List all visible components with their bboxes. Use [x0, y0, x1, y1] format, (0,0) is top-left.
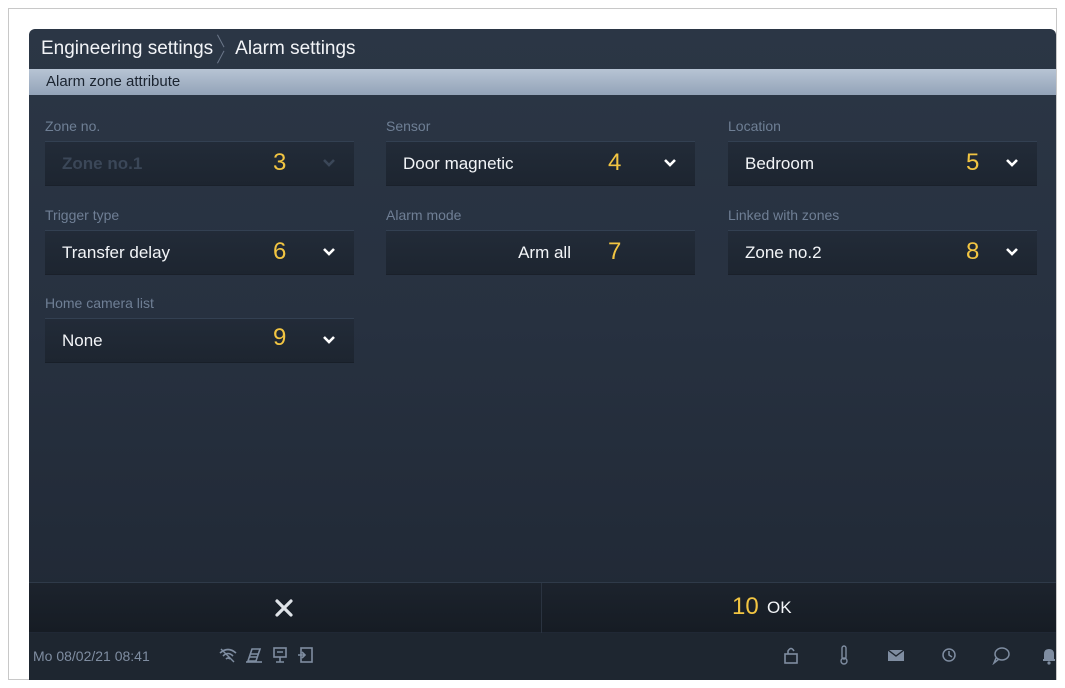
- screen-icon: [273, 647, 287, 663]
- callout-marker: 5: [966, 149, 980, 176]
- wifi-icon: [219, 648, 237, 663]
- callout-marker: 7: [608, 238, 622, 265]
- status-icons-right: [756, 645, 1056, 669]
- history-icon[interactable]: [939, 645, 959, 665]
- message-icon[interactable]: [991, 645, 1011, 665]
- door-exit-icon: [298, 647, 313, 663]
- lock-icon[interactable]: [781, 645, 801, 665]
- thermometer-icon[interactable]: [834, 645, 854, 665]
- location-select[interactable]: Bedroom 5: [728, 141, 1037, 185]
- sensor-label: Sensor: [386, 118, 431, 134]
- close-icon: [275, 599, 293, 617]
- linked-zones-value: Zone no.2: [745, 243, 822, 262]
- zone-no-value: Zone no.1: [62, 154, 143, 173]
- callout-marker: 4: [608, 149, 622, 176]
- status-bar: Mo 08/02/21 08:41: [29, 633, 1056, 680]
- trigger-type-value: Transfer delay: [62, 243, 171, 262]
- zone-no-select: Zone no.1 3: [45, 141, 354, 185]
- trigger-type-select[interactable]: Transfer delay 6: [45, 230, 354, 274]
- breadcrumb: Engineering settings Alarm settings: [29, 29, 1056, 69]
- home-camera-label: Home camera list: [45, 295, 154, 311]
- bell-icon[interactable]: [1039, 645, 1056, 665]
- chevron-down-icon: [1006, 159, 1018, 167]
- alarm-mode-button[interactable]: Arm all 7: [386, 230, 695, 274]
- sensor-value: Door magnetic: [403, 154, 514, 173]
- section-header: Alarm zone attribute: [29, 69, 1056, 95]
- home-camera-select[interactable]: None 9: [45, 318, 354, 362]
- callout-marker: 9: [273, 324, 287, 351]
- location-value: Bedroom: [745, 154, 814, 173]
- ringtone-mute-icon: [246, 648, 262, 663]
- breadcrumb-current: Alarm settings: [235, 38, 356, 59]
- cancel-button[interactable]: [29, 583, 541, 633]
- breadcrumb-root[interactable]: Engineering settings: [41, 38, 213, 60]
- chevron-down-icon: [664, 159, 676, 167]
- panel-screen: Engineering settings Alarm settings Alar…: [29, 29, 1056, 680]
- action-bar: 10 OK: [29, 582, 1056, 633]
- alarm-mode-label: Alarm mode: [386, 207, 462, 223]
- ok-button[interactable]: 10 OK: [542, 583, 1056, 633]
- ok-label: OK: [767, 598, 792, 617]
- chevron-down-icon: [323, 159, 335, 167]
- alarm-mode-value: Arm all: [518, 243, 571, 262]
- location-label: Location: [728, 118, 781, 134]
- trigger-type-label: Trigger type: [45, 207, 120, 223]
- callout-marker: 3: [273, 149, 287, 176]
- date-time: Mo 08/02/21 08:41: [33, 648, 150, 664]
- callout-marker: 6: [273, 238, 287, 265]
- sensor-select[interactable]: Door magnetic 4: [386, 141, 695, 185]
- home-camera-value: None: [62, 331, 103, 350]
- callout-marker: 8: [966, 238, 980, 265]
- mail-icon[interactable]: [886, 645, 906, 665]
- linked-zones-select[interactable]: Zone no.2 8: [728, 230, 1037, 274]
- breadcrumb-separator-icon: [217, 29, 229, 69]
- chevron-down-icon: [323, 248, 335, 256]
- linked-zones-label: Linked with zones: [728, 207, 840, 223]
- status-icons-left: [218, 645, 316, 665]
- callout-marker: 10: [732, 593, 759, 620]
- chevron-down-icon: [1006, 248, 1018, 256]
- zone-no-label: Zone no.: [45, 118, 101, 134]
- chevron-down-icon: [323, 336, 335, 344]
